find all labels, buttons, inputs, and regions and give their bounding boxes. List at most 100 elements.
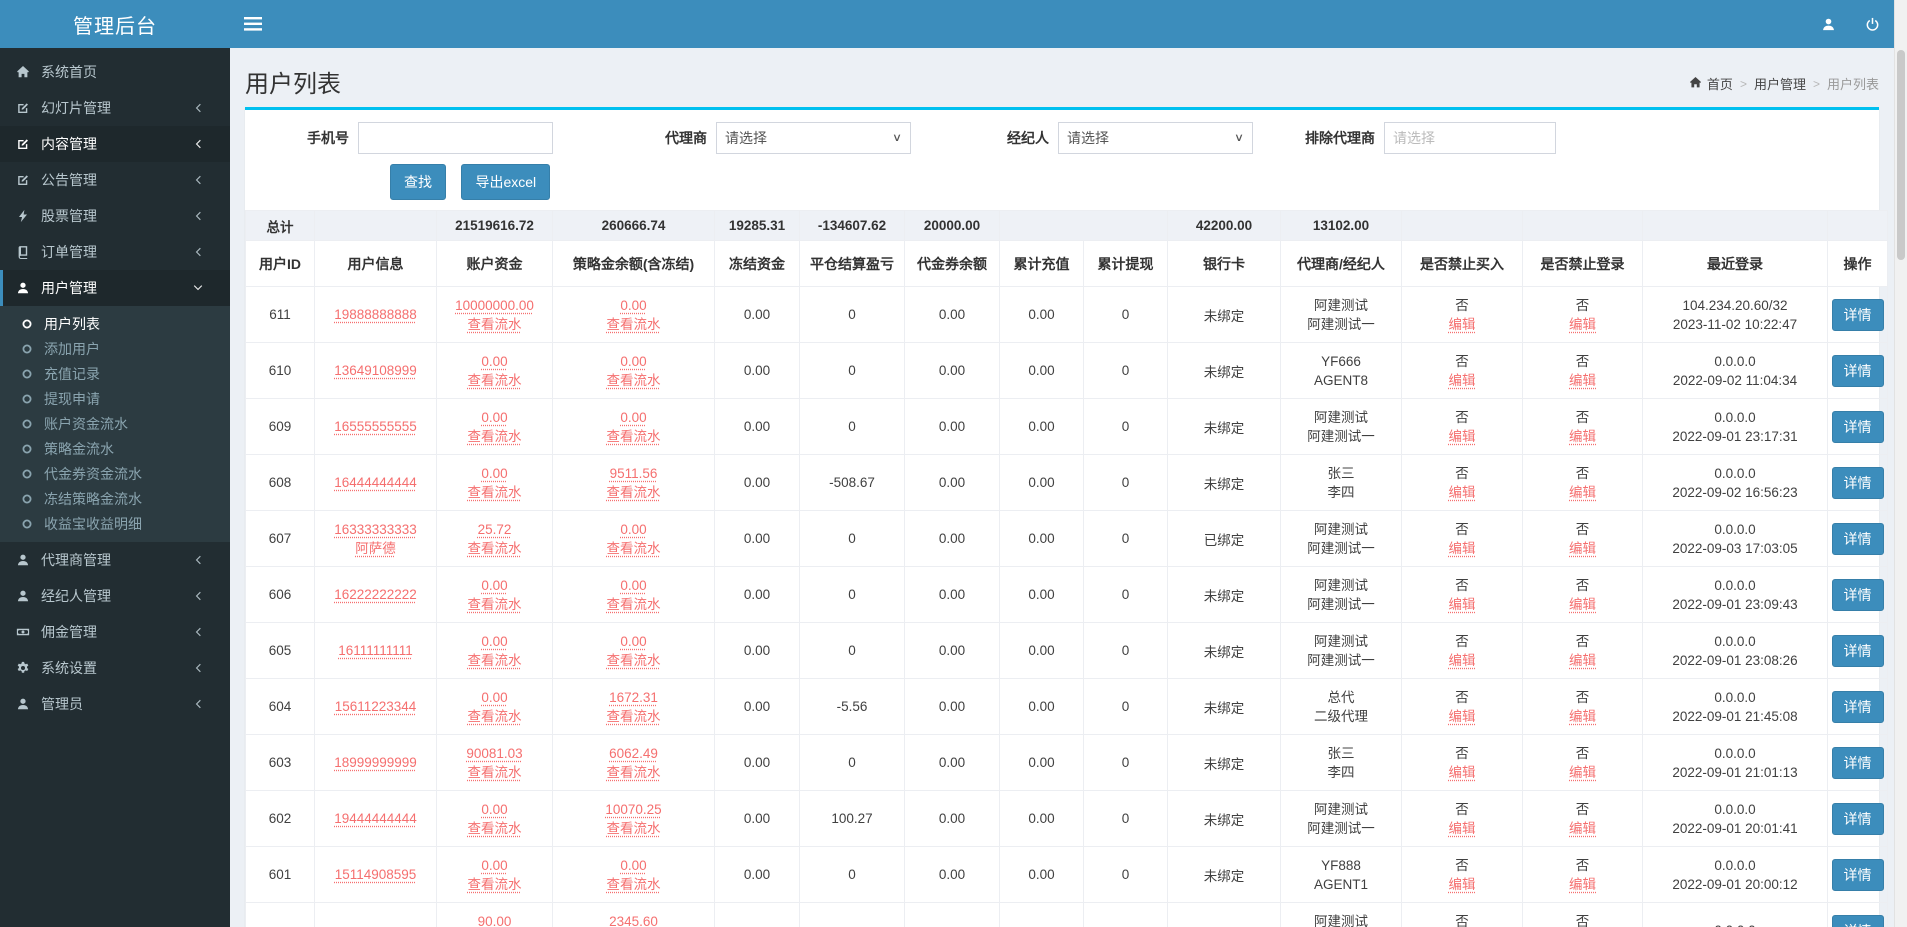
strategy-balance-link[interactable]: 0.00 bbox=[620, 354, 646, 369]
edit-ban-buy-link[interactable]: 编辑 bbox=[1449, 765, 1476, 780]
detail-button[interactable]: 详情 bbox=[1832, 691, 1884, 723]
scrollbar[interactable] bbox=[1894, 0, 1907, 927]
account-balance-link[interactable]: 10000000.00 bbox=[455, 298, 534, 313]
account-balance-link[interactable]: 0.00 bbox=[481, 466, 507, 481]
sidebar-item[interactable]: 订单管理 bbox=[0, 234, 230, 270]
phone-link[interactable]: 15114908595 bbox=[335, 867, 417, 882]
edit-ban-login-link[interactable]: 编辑 bbox=[1569, 877, 1596, 892]
sidebar-subitem[interactable]: 用户列表 bbox=[0, 311, 230, 336]
agent-select[interactable]: 请选择 bbox=[716, 122, 911, 154]
account-balance-link[interactable]: 90081.03 bbox=[466, 746, 522, 761]
account-balance-link[interactable]: 0.00 bbox=[481, 690, 507, 705]
phone-link[interactable]: 19888888888 bbox=[334, 307, 417, 322]
account-balance-link[interactable]: 90.00 bbox=[478, 914, 512, 927]
view-flow-link[interactable]: 查看流水 bbox=[607, 877, 661, 892]
view-flow-link[interactable]: 查看流水 bbox=[607, 597, 661, 612]
detail-button[interactable]: 详情 bbox=[1832, 299, 1884, 331]
phone-link[interactable]: 16555555555 bbox=[334, 419, 417, 434]
sidebar-item[interactable]: 幻灯片管理 bbox=[0, 90, 230, 126]
strategy-balance-link[interactable]: 0.00 bbox=[620, 298, 646, 313]
view-flow-link[interactable]: 查看流水 bbox=[468, 317, 522, 332]
view-flow-link[interactable]: 查看流水 bbox=[468, 485, 522, 500]
sidebar-subitem[interactable]: 冻结策略金流水 bbox=[0, 486, 230, 511]
view-flow-link[interactable]: 查看流水 bbox=[468, 429, 522, 444]
sidebar-item[interactable]: 代理商管理 bbox=[0, 542, 230, 578]
edit-ban-buy-link[interactable]: 编辑 bbox=[1449, 821, 1476, 836]
search-button[interactable]: 查找 bbox=[390, 164, 446, 200]
phone-link[interactable]: 16222222222 bbox=[334, 587, 417, 602]
edit-ban-login-link[interactable]: 编辑 bbox=[1569, 429, 1596, 444]
edit-ban-login-link[interactable]: 编辑 bbox=[1569, 541, 1596, 556]
view-flow-link[interactable]: 查看流水 bbox=[468, 373, 522, 388]
edit-ban-buy-link[interactable]: 编辑 bbox=[1449, 877, 1476, 892]
view-flow-link[interactable]: 查看流水 bbox=[607, 485, 661, 500]
sidebar-item[interactable]: 股票管理 bbox=[0, 198, 230, 234]
detail-button[interactable]: 详情 bbox=[1832, 411, 1884, 443]
strategy-balance-link[interactable]: 0.00 bbox=[620, 522, 646, 537]
edit-ban-buy-link[interactable]: 编辑 bbox=[1449, 429, 1476, 444]
sidebar-subitem[interactable]: 提现申请 bbox=[0, 386, 230, 411]
sidebar-item[interactable]: 用户管理 bbox=[0, 270, 230, 306]
sidebar-item[interactable]: 系统设置 bbox=[0, 650, 230, 686]
sidebar-subitem[interactable]: 收益宝收益明细 bbox=[0, 511, 230, 536]
view-flow-link[interactable]: 查看流水 bbox=[468, 821, 522, 836]
exclude-agent-input[interactable] bbox=[1384, 122, 1556, 154]
strategy-balance-link[interactable]: 9511.56 bbox=[610, 466, 658, 481]
account-balance-link[interactable]: 0.00 bbox=[481, 578, 507, 593]
edit-ban-buy-link[interactable]: 编辑 bbox=[1449, 373, 1476, 388]
breadcrumb-link[interactable]: 用户管理 bbox=[1754, 74, 1806, 93]
phone-link[interactable]: 16111111111 bbox=[338, 643, 413, 658]
view-flow-link[interactable]: 查看流水 bbox=[607, 429, 661, 444]
edit-ban-buy-link[interactable]: 编辑 bbox=[1449, 485, 1476, 500]
view-flow-link[interactable]: 查看流水 bbox=[607, 709, 661, 724]
strategy-balance-link[interactable]: 2345.60 bbox=[609, 914, 658, 927]
detail-button[interactable]: 详情 bbox=[1832, 635, 1884, 667]
edit-ban-buy-link[interactable]: 编辑 bbox=[1449, 597, 1476, 612]
sidebar-item[interactable]: 管理员 bbox=[0, 686, 230, 722]
edit-ban-buy-link[interactable]: 编辑 bbox=[1449, 541, 1476, 556]
account-balance-link[interactable]: 0.00 bbox=[481, 410, 507, 425]
detail-button[interactable]: 详情 bbox=[1832, 747, 1884, 779]
sidebar-subitem[interactable]: 账户资金流水 bbox=[0, 411, 230, 436]
sidebar-item[interactable]: 经纪人管理 bbox=[0, 578, 230, 614]
edit-ban-login-link[interactable]: 编辑 bbox=[1569, 373, 1596, 388]
edit-ban-login-link[interactable]: 编辑 bbox=[1569, 709, 1596, 724]
account-balance-link[interactable]: 0.00 bbox=[481, 858, 507, 873]
view-flow-link[interactable]: 查看流水 bbox=[607, 373, 661, 388]
strategy-balance-link[interactable]: 0.00 bbox=[620, 858, 646, 873]
view-flow-link[interactable]: 查看流水 bbox=[468, 653, 522, 668]
view-flow-link[interactable]: 查看流水 bbox=[607, 821, 661, 836]
view-flow-link[interactable]: 查看流水 bbox=[607, 317, 661, 332]
edit-ban-login-link[interactable]: 编辑 bbox=[1569, 765, 1596, 780]
detail-button[interactable]: 详情 bbox=[1832, 803, 1884, 835]
view-flow-link[interactable]: 查看流水 bbox=[468, 541, 522, 556]
account-balance-link[interactable]: 0.00 bbox=[481, 634, 507, 649]
view-flow-link[interactable]: 查看流水 bbox=[468, 597, 522, 612]
phone-link[interactable]: 19444444444 bbox=[334, 811, 417, 826]
sidebar-subitem[interactable]: 策略金流水 bbox=[0, 436, 230, 461]
strategy-balance-link[interactable]: 1672.31 bbox=[609, 690, 658, 705]
broker-select[interactable]: 请选择 bbox=[1058, 122, 1253, 154]
sidebar-subitem[interactable]: 添加用户 bbox=[0, 336, 230, 361]
edit-ban-buy-link[interactable]: 编辑 bbox=[1449, 317, 1476, 332]
phone-link[interactable]: 16444444444 bbox=[334, 475, 417, 490]
view-flow-link[interactable]: 查看流水 bbox=[607, 541, 661, 556]
account-balance-link[interactable]: 0.00 bbox=[481, 354, 507, 369]
hamburger-button[interactable] bbox=[230, 0, 276, 48]
realname-link[interactable]: 阿萨德 bbox=[355, 541, 396, 556]
strategy-balance-link[interactable]: 6062.49 bbox=[609, 746, 658, 761]
phone-link[interactable]: 18999999999 bbox=[334, 755, 417, 770]
sidebar-item[interactable]: 佣金管理 bbox=[0, 614, 230, 650]
view-flow-link[interactable]: 查看流水 bbox=[607, 765, 661, 780]
detail-button[interactable]: 详情 bbox=[1832, 355, 1884, 387]
sidebar-item[interactable]: 公告管理 bbox=[0, 162, 230, 198]
edit-ban-login-link[interactable]: 编辑 bbox=[1569, 653, 1596, 668]
breadcrumb-link[interactable]: 首页 bbox=[1689, 74, 1733, 93]
detail-button[interactable]: 详情 bbox=[1832, 523, 1884, 555]
sidebar-subitem[interactable]: 代金券资金流水 bbox=[0, 461, 230, 486]
view-flow-link[interactable]: 查看流水 bbox=[468, 877, 522, 892]
strategy-balance-link[interactable]: 0.00 bbox=[620, 634, 646, 649]
scrollbar-thumb[interactable] bbox=[1897, 50, 1905, 260]
account-balance-link[interactable]: 0.00 bbox=[481, 802, 507, 817]
detail-button[interactable]: 详情 bbox=[1832, 915, 1884, 927]
